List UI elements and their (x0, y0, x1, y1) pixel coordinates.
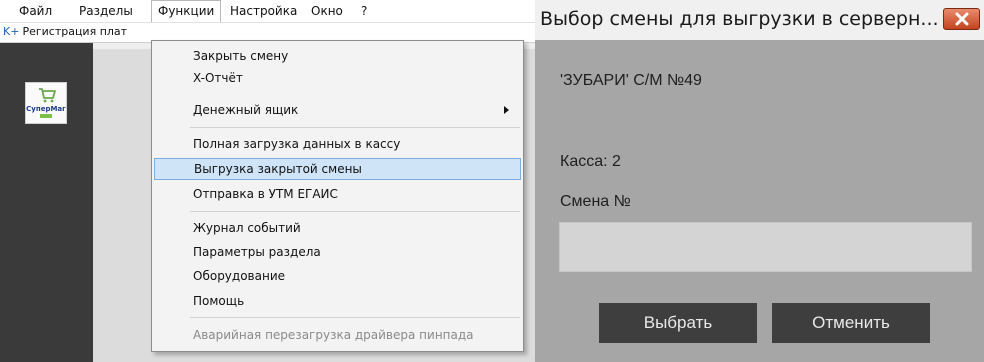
functions-dropdown-menu: Закрыть смену X-Отчёт Денежный ящик Полн… (151, 40, 524, 352)
menu-item-send-egais[interactable]: Отправка в УТМ ЕГАИС (154, 183, 521, 205)
menu-item-pinpad-restart: Аварийная перезагрузка драйвера пинпада (193, 328, 474, 342)
cancel-button[interactable]: Отменить (772, 303, 930, 343)
menu-item-help[interactable]: Помощь (154, 290, 521, 312)
menu-bar: Файл Разделы Функции Настройка Окно ? (0, 0, 535, 23)
menu-item-cash-drawer[interactable]: Денежный ящик (154, 99, 521, 121)
menu-item-x-report[interactable]: X-Отчёт (154, 67, 521, 89)
dialog-title: Выбор смены для выгрузки в серверн... (540, 8, 939, 30)
dialog-titlebar: Выбор смены для выгрузки в серверн... (535, 0, 984, 40)
side-panel: СуперМаг (0, 43, 93, 362)
logo-underline (40, 114, 52, 118)
menu-item-cash-drawer-label: Денежный ящик (193, 103, 299, 117)
close-x-icon (955, 12, 969, 26)
shift-number-input[interactable] (559, 222, 972, 272)
menu-separator (190, 317, 520, 318)
cart-logo-icon (39, 88, 56, 103)
menu-separator (190, 211, 520, 212)
select-button[interactable]: Выбрать (599, 303, 757, 343)
menu-separator (190, 127, 520, 128)
submenu-arrow-icon (504, 106, 509, 114)
menu-window[interactable]: Окно (305, 0, 349, 22)
menu-item-equipment[interactable]: Оборудование (154, 265, 521, 287)
menu-item-close-shift[interactable]: Закрыть смену (154, 45, 521, 67)
logo-text: СуперМаг (26, 105, 66, 113)
supermag-logo-tile[interactable]: СуперМаг (25, 82, 67, 124)
shift-number-label: Смена № (560, 193, 631, 210)
main-app-window: Файл Разделы Функции Настройка Окно ? K+… (0, 0, 535, 362)
menu-settings[interactable]: Настройка (224, 0, 303, 22)
menu-item-full-data-load[interactable]: Полная загрузка данных в кассу (154, 133, 521, 155)
store-name-label: 'ЗУБАРИ' С/М №49 (560, 72, 702, 89)
menu-item-section-params[interactable]: Параметры раздела (154, 241, 521, 263)
select-shift-dialog: Выбор смены для выгрузки в серверн... 'З… (535, 0, 984, 362)
menu-functions[interactable]: Функции (151, 0, 222, 22)
register-label: Касса: 2 (560, 153, 621, 170)
menu-item-upload-closed-shift[interactable]: Выгрузка закрытой смены (154, 158, 521, 180)
menu-item-event-log[interactable]: Журнал событий (154, 217, 521, 239)
tab-kplus-prefix: K+ (3, 25, 20, 38)
tab-payment-registration[interactable]: K+ Регистрация плат (3, 25, 127, 38)
menu-file[interactable]: Файл (13, 0, 58, 22)
menu-sections[interactable]: Разделы (73, 0, 139, 22)
close-button[interactable] (943, 8, 980, 30)
tab-label: Регистрация плат (22, 25, 128, 38)
menu-help[interactable]: ? (355, 0, 373, 22)
